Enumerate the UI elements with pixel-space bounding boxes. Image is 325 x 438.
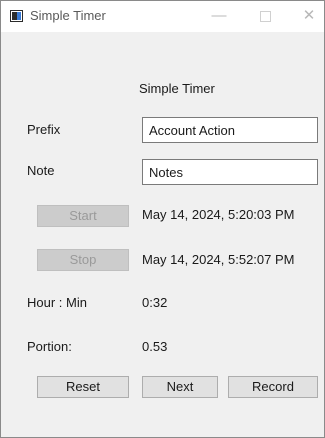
title-bar: Simple Timer — ✕ — [1, 1, 324, 32]
minimize-button[interactable]: — — [207, 5, 231, 27]
note-label: Note — [27, 163, 55, 178]
portion-label: Portion: — [27, 339, 72, 354]
app-heading: Simple Timer — [139, 81, 215, 96]
start-time: May 14, 2024, 5:20:03 PM — [142, 207, 295, 222]
hour-min-label: Hour : Min — [27, 295, 87, 310]
app-icon — [10, 10, 23, 22]
record-button[interactable]: Record — [228, 376, 318, 398]
hour-min-value: 0:32 — [142, 295, 168, 310]
start-button[interactable]: Start — [37, 205, 129, 227]
stop-time: May 14, 2024, 5:52:07 PM — [142, 252, 295, 267]
close-button[interactable]: ✕ — [297, 5, 321, 27]
prefix-input[interactable] — [142, 117, 318, 143]
reset-button[interactable]: Reset — [37, 376, 129, 398]
app-window: Simple Timer — ✕ Simple Timer Prefix Not… — [0, 0, 325, 438]
portion-value: 0.53 — [142, 339, 168, 354]
maximize-icon — [259, 10, 271, 22]
window-title: Simple Timer — [30, 8, 106, 23]
note-input[interactable] — [142, 159, 318, 185]
next-button[interactable]: Next — [142, 376, 218, 398]
prefix-label: Prefix — [27, 122, 61, 137]
maximize-button[interactable] — [253, 5, 277, 27]
stop-button[interactable]: Stop — [37, 249, 129, 271]
